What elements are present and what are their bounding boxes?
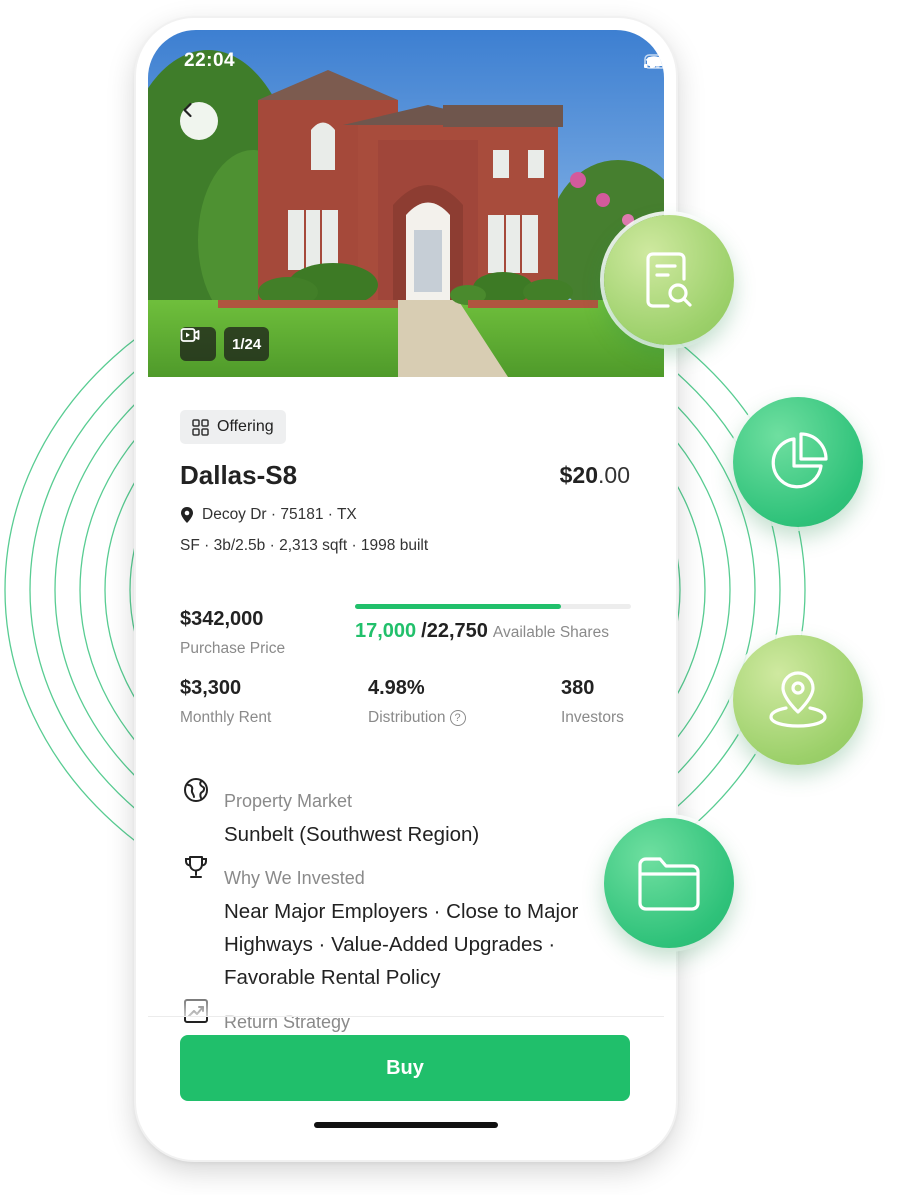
trophy-icon [185,856,207,878]
footer-divider [148,1016,664,1017]
back-button[interactable] [180,102,218,140]
battery-icon [644,54,664,69]
offering-tag: Offering [180,410,286,444]
location-badge [733,635,863,765]
folder-badge [604,818,734,948]
shares-total: /22,750 [421,620,488,642]
purchase-price-value: $342,000 [180,608,264,630]
folder-icon [638,857,700,911]
phone-frame: 22:04 1/24 Offering Dallas-S8 $20.00 Dec… [136,18,676,1160]
purchase-price-label: Purchase Price [180,640,286,657]
chevron-left-icon [183,102,192,118]
shares-label: Available Shares [492,624,609,641]
document-search-icon [646,252,692,308]
pie-chart-icon [771,432,828,489]
market-label: Property Market [224,791,353,811]
video-button[interactable] [180,327,216,361]
address-text: Decoy Dr · 75181 · TX [202,506,357,523]
shares-progress-bar [355,604,631,609]
phone-screen: 22:04 1/24 Offering Dallas-S8 $20.00 Dec… [148,30,664,1148]
pie-chart-badge [733,397,863,527]
distribution-label: Distribution [368,709,446,726]
shares-sold: 17,000 [355,620,417,642]
house-illustration [148,30,664,377]
video-icon [180,328,200,342]
shares-summary: 17,000 /22,750 Available Shares [355,620,609,643]
grid-icon [192,418,209,436]
home-indicator[interactable] [314,1122,498,1128]
status-time: 22:04 [184,50,236,71]
property-title: Dallas-S8 [180,460,298,490]
location-pin-icon [769,671,827,728]
shares-progress-fill [355,604,562,609]
help-icon[interactable]: ? [449,710,466,726]
investors-label: Investors [561,709,624,726]
why-invested-label: Why We Invested [224,868,365,888]
price-cents: .00 [598,462,630,488]
photo-counter[interactable]: 1/24 [224,327,270,361]
media-controls: 1/24 [180,327,270,361]
document-search-badge [604,215,734,345]
monthly-rent-label: Monthly Rent [180,709,272,726]
globe-icon [184,778,208,802]
price-whole: $20 [559,462,599,488]
investors-value: 380 [561,677,595,699]
distribution-label-row: Distribution? [368,709,466,727]
property-specs: SF · 3b/2.5b · 2,313 sqft · 1998 built [180,537,429,554]
buy-button[interactable]: Buy [180,1035,630,1101]
tag-label: Offering [217,418,274,435]
market-value: Sunbelt (Southwest Region) [224,823,480,846]
distribution-value: 4.98% [368,677,425,699]
location-pin-icon [181,507,193,523]
property-address: Decoy Dr · 75181 · TX [180,506,357,524]
property-photo[interactable]: 22:04 1/24 [148,30,664,377]
monthly-rent-value: $3,300 [180,677,242,699]
share-price: $20.00 [560,462,630,489]
scroll-fade [148,980,664,1016]
